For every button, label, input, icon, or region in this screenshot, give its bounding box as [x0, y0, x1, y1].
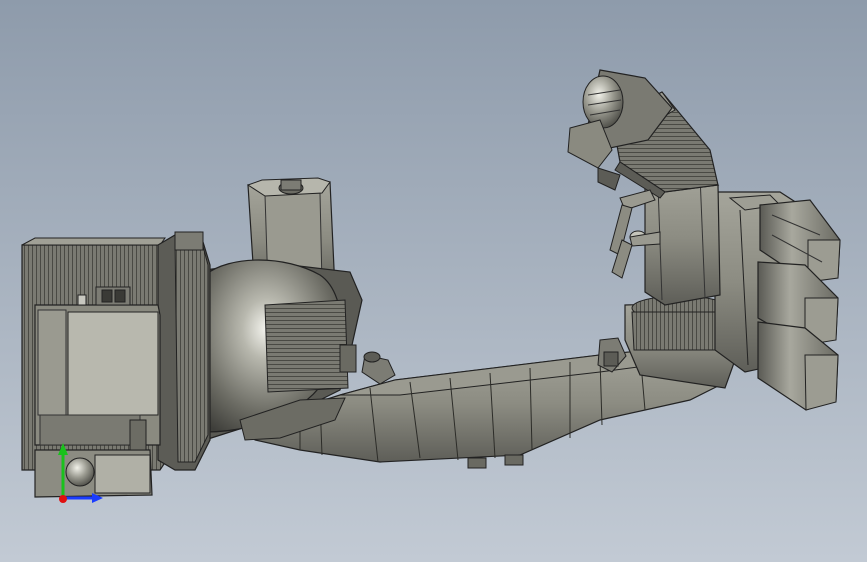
3d-viewport[interactable] [0, 0, 867, 562]
cad-model-scene[interactable] [0, 0, 867, 562]
arc-knob-left[interactable] [361, 351, 396, 385]
base-flange[interactable] [157, 231, 211, 471]
